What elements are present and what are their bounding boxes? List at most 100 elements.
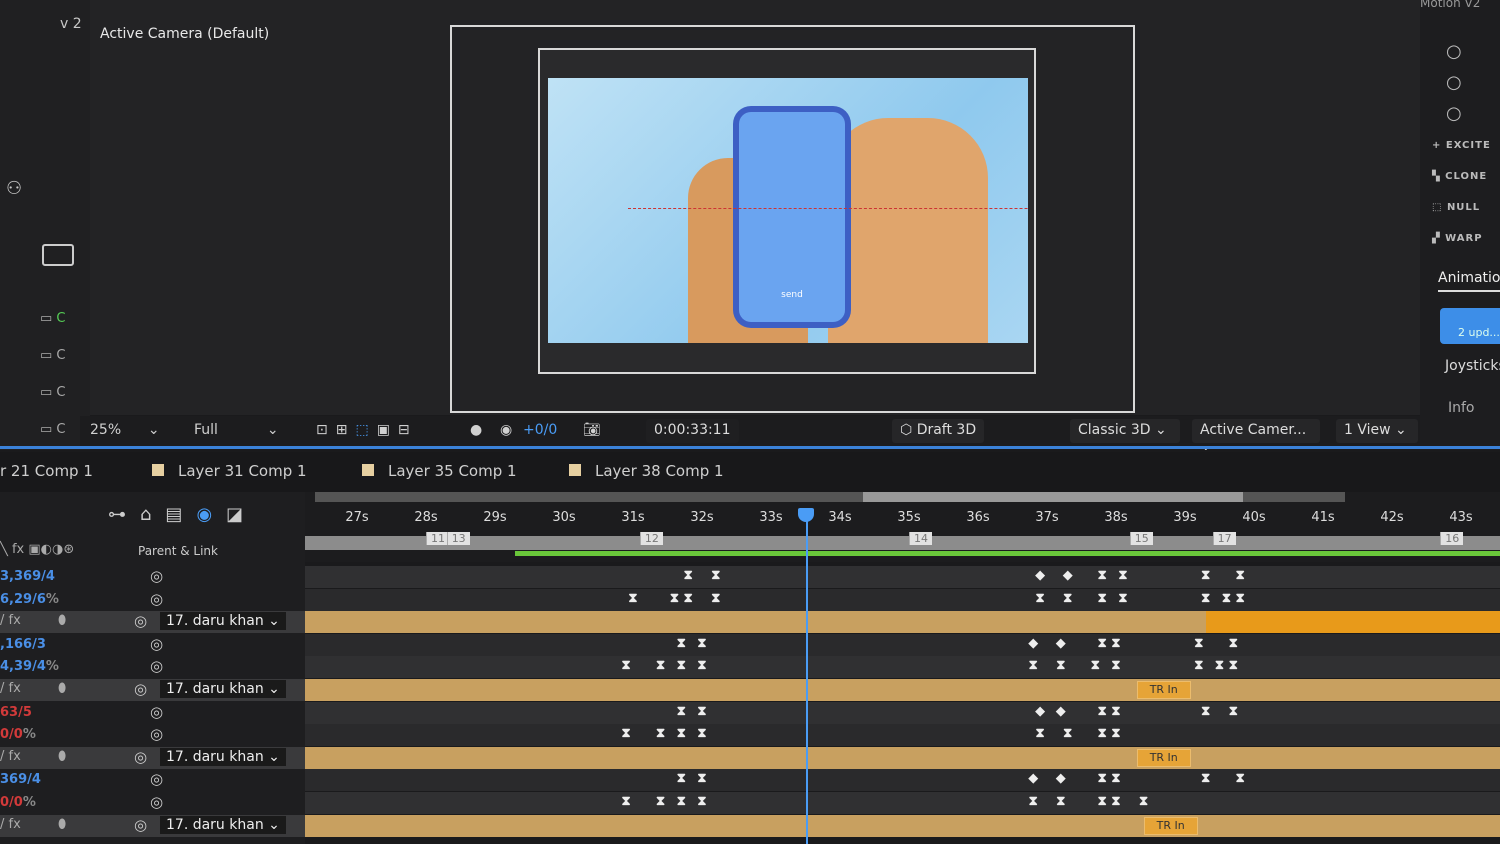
pickwhip-icon[interactable]: ◎ [134,612,147,630]
tab-layer-38[interactable]: Layer 38 Comp 1 [569,462,724,480]
property-value[interactable]: 0/0% [0,727,36,742]
comp-preview[interactable]: send [548,78,1028,343]
resolution-select[interactable]: Full ⌄ [194,422,279,438]
keyframe-linear[interactable]: ◆ [1035,704,1045,719]
clone-button[interactable]: ▚ CLONE [1432,171,1487,182]
warp-button[interactable]: ▞ WARP [1432,233,1483,244]
keyframe-easy-ease[interactable]: ⧗ [1098,568,1107,583]
keyframe-easy-ease[interactable]: ⧗ [1056,658,1065,673]
null-button[interactable]: ⬚ NULL [1432,202,1480,213]
joysticks-item[interactable]: Joysticks_ [1445,358,1500,374]
keyframe-easy-ease[interactable]: ⧗ [697,658,706,673]
keyframe-easy-ease[interactable]: ⧗ [677,658,686,673]
zoom-select[interactable]: 25% ⌄ [90,422,160,438]
timecode-display[interactable]: 0:00:33:11 [646,419,739,443]
keyframe-easy-ease[interactable]: ⧗ [622,658,631,673]
keyframe-easy-ease[interactable]: ⧗ [1098,771,1107,786]
pickwhip-icon[interactable]: ◎ [134,680,147,698]
keyframe-easy-ease[interactable]: ⧗ [1201,771,1210,786]
pickwhip-icon[interactable]: ◎ [134,748,147,766]
keyframe-easy-ease[interactable]: ⧗ [1098,726,1107,741]
ease-knobs[interactable]: ○ ○ ○ [1446,36,1462,129]
keyframe-easy-ease[interactable]: ⧗ [1236,591,1245,606]
keyframe-easy-ease[interactable]: ⧗ [1215,658,1224,673]
keyframe-easy-ease[interactable]: ⧗ [1201,568,1210,583]
keyframe-easy-ease[interactable]: ⧗ [697,726,706,741]
keyframe-easy-ease[interactable]: ⧗ [670,591,679,606]
keyframe-easy-ease[interactable]: ⧗ [711,568,720,583]
tab-layer-31[interactable]: Layer 31 Comp 1 [152,462,307,480]
folder-icon[interactable] [42,244,74,266]
channel-icon[interactable]: ● [470,422,482,438]
timeline-switch-icons[interactable]: ⊶⌂▤◉◪ [108,504,257,525]
layer-bar-active[interactable] [1205,611,1500,634]
keyframe-easy-ease[interactable]: ⧗ [1111,704,1120,719]
comp-marker[interactable]: 14 [909,532,932,545]
excite-button[interactable]: + EXCITE [1432,140,1491,151]
keyframe-easy-ease[interactable]: ⧗ [1111,771,1120,786]
property-value[interactable]: 4,39/4% [0,659,59,674]
animation-tab[interactable]: Animation [1438,270,1500,292]
keyframe-easy-ease[interactable]: ⧗ [1194,636,1203,651]
keyframe-easy-ease[interactable]: ⧗ [684,568,693,583]
parent-select[interactable]: 17. daru khan ⌄ [160,680,286,698]
parent-select[interactable]: 17. daru khan ⌄ [160,747,286,766]
info-tab[interactable]: Info [1448,400,1475,416]
keyframe-easy-ease[interactable]: ⧗ [1036,591,1045,606]
keyframe-easy-ease[interactable]: ⧗ [677,704,686,719]
keyframe-easy-ease[interactable]: ⧗ [1236,771,1245,786]
fx-switch[interactable]: / fx ⬮ [0,681,66,696]
work-area-bar[interactable] [515,551,1500,556]
pickwhip-icon[interactable]: ◎ [150,793,163,811]
tab-layer-35[interactable]: Layer 35 Comp 1 [362,462,517,480]
comp-marker[interactable]: 13 [446,532,470,545]
keyframe-easy-ease[interactable]: ⧗ [1056,794,1065,809]
keyframe-linear[interactable]: ◆ [1056,771,1066,786]
keyframe-easy-ease[interactable]: ⧗ [684,591,693,606]
keyframe-easy-ease[interactable]: ⧗ [1111,794,1120,809]
view-toggle-icons[interactable]: ⊡⊞⬚▣⊟ [316,422,418,438]
keyframe-easy-ease[interactable]: ⧗ [697,771,706,786]
pickwhip-icon[interactable]: ◎ [134,816,147,834]
exposure-icon[interactable]: ◉ [500,422,512,438]
keyframe-linear[interactable]: ◆ [1056,704,1066,719]
keyframe-easy-ease[interactable]: ⧗ [1236,568,1245,583]
keyframe-easy-ease[interactable]: ⧗ [697,704,706,719]
renderer-select[interactable]: Classic 3D ⌄ [1070,419,1180,443]
keyframe-easy-ease[interactable]: ⧗ [1063,726,1072,741]
keyframe-easy-ease[interactable]: ⧗ [677,794,686,809]
keyframe-easy-ease[interactable]: ⧗ [1201,591,1210,606]
keyframe-linear[interactable]: ◆ [1056,636,1066,651]
keyframe-linear[interactable]: ◆ [1028,636,1038,651]
property-value[interactable]: 3,369/4 [0,569,55,584]
keyframe-easy-ease[interactable]: ⧗ [1229,704,1238,719]
parent-select[interactable]: 17. daru khan ⌄ [160,815,286,834]
keyframe-easy-ease[interactable]: ⧗ [697,794,706,809]
fx-switch[interactable]: / fx ⬮ [0,613,66,628]
keyframe-easy-ease[interactable]: ⧗ [1098,591,1107,606]
navigator-range[interactable] [863,492,1243,502]
keyframe-easy-ease[interactable]: ⧗ [677,636,686,651]
pickwhip-icon[interactable]: ◎ [150,635,163,653]
keyframe-linear[interactable]: ◆ [1035,568,1045,583]
keyframe-easy-ease[interactable]: ⧗ [1139,794,1148,809]
keyframe-easy-ease[interactable]: ⧗ [656,794,665,809]
keyframe-easy-ease[interactable]: ⧗ [656,658,665,673]
keyframe-easy-ease[interactable]: ⧗ [622,726,631,741]
keyframe-easy-ease[interactable]: ⧗ [697,636,706,651]
comp-marker[interactable]: 17 [1212,532,1236,545]
project-folders[interactable]: ▭ C ▭ C ▭ C ▭ C [40,300,66,448]
transition-in-label[interactable]: TR In [1136,681,1191,699]
transition-in-label[interactable]: TR In [1143,816,1198,835]
keyframe-easy-ease[interactable]: ⧗ [1036,726,1045,741]
keyframe-easy-ease[interactable]: ⧗ [677,726,686,741]
comp-marker[interactable]: 12 [639,532,663,545]
pickwhip-icon[interactable]: ◎ [150,567,163,585]
keyframe-easy-ease[interactable]: ⧗ [711,591,720,606]
parent-select[interactable]: 17. daru khan ⌄ [160,612,286,631]
keyframe-easy-ease[interactable]: ⧗ [1098,794,1107,809]
keyframe-easy-ease[interactable]: ⧗ [1029,658,1038,673]
property-value[interactable]: 6,29/6% [0,592,59,607]
keyframe-easy-ease[interactable]: ⧗ [622,794,631,809]
property-value[interactable]: 0/0% [0,795,36,810]
